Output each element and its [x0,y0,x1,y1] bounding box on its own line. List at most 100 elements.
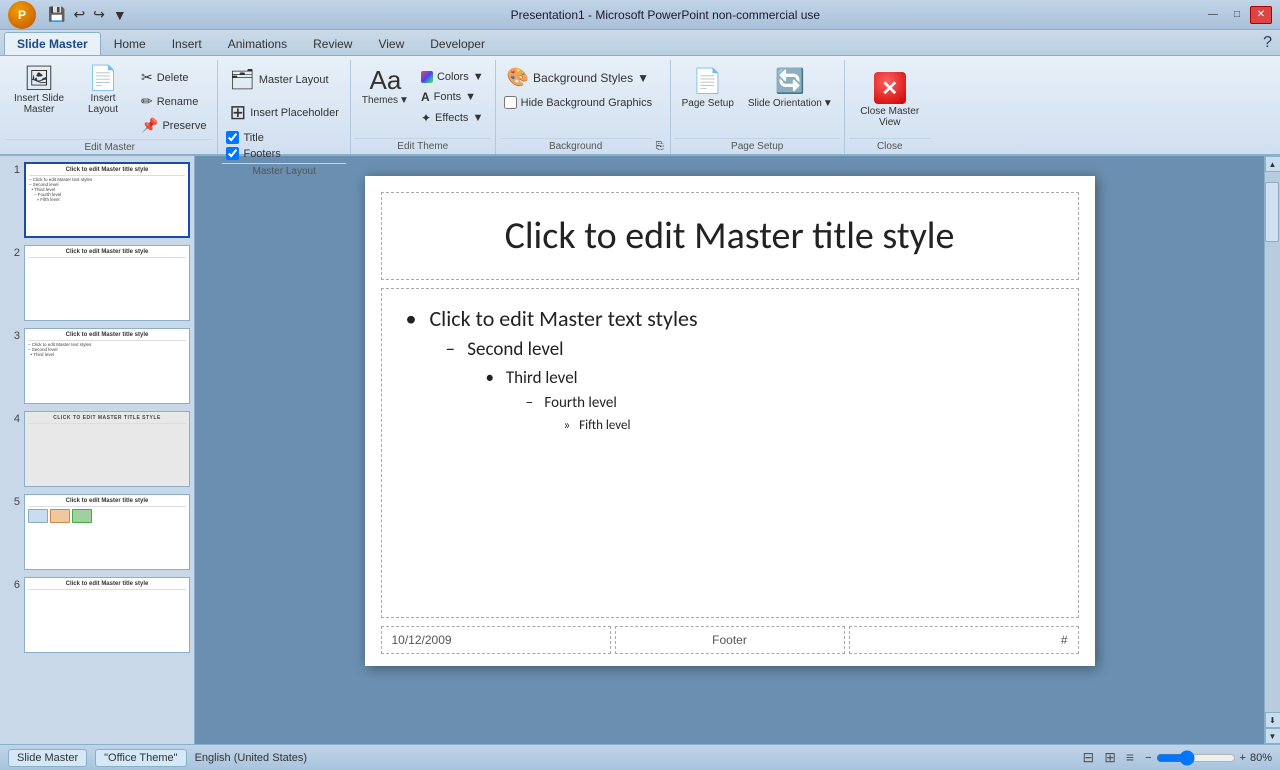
footer-center[interactable]: Footer [615,626,845,654]
slide-sorter-button[interactable]: ⊞ [1101,748,1119,767]
zoom-slider[interactable] [1156,750,1236,766]
bullet4-icon: – [526,394,533,412]
statusbar-right: ⊟ ⊞ ≡ − + 80% [1079,748,1272,767]
colors-icon [421,71,433,83]
slide-title-text: Click to edit Master title style [505,213,955,259]
close-group-label: Close [849,138,931,154]
bullet3-icon: • [486,367,494,388]
slide-thumb-3[interactable]: 3 Click to edit Master title style – Cli… [4,328,190,404]
background-expand-icon[interactable]: ⎘ [656,141,664,152]
view-buttons: ⊟ ⊞ ≡ [1079,748,1137,767]
delete-icon: ✂ [141,69,153,86]
tab-home[interactable]: Home [101,32,159,55]
tab-animations[interactable]: Animations [215,32,300,55]
effects-button[interactable]: ✦ Effects ▼ [416,108,489,128]
master-layout-button[interactable]: 🗂 Master Layout [224,64,343,95]
zoom-out-icon[interactable]: − [1145,752,1151,764]
redo-icon[interactable]: ↪ [91,4,107,25]
zoom-percent[interactable]: 80% [1250,752,1272,764]
scroll-up-arrow[interactable]: ▲ [1265,156,1280,172]
tab-view[interactable]: View [365,32,417,55]
insert-placeholder-button[interactable]: ⊞ Insert Placeholder [224,97,343,128]
slide-thumb-2[interactable]: 2 Click to edit Master title style [4,245,190,321]
background-styles-button[interactable]: 🎨 Background Styles ▼ [502,64,654,91]
content-level1: • Click to edit Master text styles [406,305,1054,332]
language-label: English (United States) [195,752,308,764]
slide-orientation-dropdown-icon: ▼ [823,98,833,109]
page-setup-icon: 📄 [693,67,723,96]
master-layout-group: 🗂 Master Layout ⊞ Insert Placeholder Tit… [218,60,350,154]
tab-developer[interactable]: Developer [417,32,498,55]
tab-review[interactable]: Review [300,32,365,55]
slide-thumb-6[interactable]: 6 Click to edit Master title style [4,577,190,653]
quick-access-toolbar: 💾 ↩ ↪ ▼ [46,4,129,25]
content-level5-text: Fifth level [579,418,630,433]
scroll-down-arrow[interactable]: ▼ [1265,728,1280,744]
themes-button[interactable]: Aa Themes ▼ [357,64,414,109]
colors-button[interactable]: Colors ▼ [416,68,489,86]
footer-page[interactable]: # [849,626,1079,654]
close-master-view-button[interactable]: ✕ Close Master View [851,64,929,136]
slide-title-area[interactable]: Click to edit Master title style [381,192,1079,280]
page-setup-button[interactable]: 📄 Page Setup [677,64,739,112]
slide-content-area[interactable]: • Click to edit Master text styles – Sec… [381,288,1079,618]
statusbar: Slide Master "Office Theme" English (Uni… [0,744,1280,770]
main-area: 1 Click to edit Master title style – Cli… [0,156,1280,744]
hide-bg-checkbox-row[interactable]: Hide Background Graphics [502,95,654,110]
content-level3: • Third level [406,367,1054,388]
slide-orientation-button[interactable]: 🔄 Slide Orientation ▼ [743,64,838,112]
rename-button[interactable]: ✏ Rename [136,90,211,113]
background-group: 🎨 Background Styles ▼ Hide Background Gr… [496,60,671,154]
vertical-scrollbar: ▲ ⬇ ▼ [1264,156,1280,744]
titlebar: P 💾 ↩ ↪ ▼ Presentation1 - Microsoft Powe… [0,0,1280,30]
theme-options: Colors ▼ A Fonts ▼ ✦ Effects ▼ [416,68,489,128]
maximize-button[interactable]: □ [1226,6,1248,24]
scroll-track[interactable] [1265,172,1280,712]
slide-master-tab[interactable]: Slide Master [8,749,87,767]
insert-slide-master-button[interactable]: 🖼 Insert Slide Master [8,64,70,118]
title-checkbox-row[interactable]: Title [224,130,343,145]
notes-view-button[interactable]: ≡ [1123,748,1137,767]
delete-button[interactable]: ✂ Delete [136,66,211,89]
bullet5-icon: » [564,418,571,433]
tab-insert[interactable]: Insert [159,32,215,55]
content-level3-text: Third level [506,367,578,388]
slide-orientation-icon: 🔄 [775,67,805,96]
preserve-button[interactable]: 📌 Preserve [136,114,211,137]
ribbon-help-icon[interactable]: ? [1263,34,1272,52]
insert-layout-button[interactable]: 📄 Insert Layout [72,64,134,118]
normal-view-button[interactable]: ⊟ [1079,748,1097,767]
window-title: Presentation1 - Microsoft PowerPoint non… [129,8,1202,22]
footer-date[interactable]: 10/12/2009 [381,626,611,654]
slide-thumb-5[interactable]: 5 Click to edit Master title style [4,494,190,570]
tab-slide-master[interactable]: Slide Master [4,32,101,55]
insert-placeholder-icon: ⊞ [229,100,246,125]
office-button[interactable]: P [8,1,36,29]
slide-thumb-1[interactable]: 1 Click to edit Master title style – Cli… [4,162,190,238]
zoom-in-icon[interactable]: + [1240,752,1246,764]
bullet2-icon: – [446,338,455,361]
office-theme-tab[interactable]: "Office Theme" [95,749,186,767]
page-setup-group: 📄 Page Setup 🔄 Slide Orientation ▼ Page … [671,60,845,154]
scroll-down-double[interactable]: ⬇ [1265,712,1280,728]
fonts-button[interactable]: A Fonts ▼ [416,87,489,107]
edit-master-group: 🖼 Insert Slide Master 📄 Insert Layout ✂ … [2,60,218,154]
scroll-thumb[interactable] [1265,182,1279,242]
save-icon[interactable]: 💾 [46,4,67,25]
colors-dropdown-icon: ▼ [473,71,484,83]
customize-icon[interactable]: ▼ [111,5,129,25]
ribbon: 🖼 Insert Slide Master 📄 Insert Layout ✂ … [0,56,1280,156]
statusbar-left: Slide Master "Office Theme" English (Uni… [8,749,307,767]
hide-bg-checkbox[interactable] [504,96,517,109]
window-controls: — □ ✕ [1202,6,1272,24]
slide-thumb-4[interactable]: 4 CLICK TO EDIT MASTER TITLE STYLE [4,411,190,487]
minimize-button[interactable]: — [1202,6,1224,24]
themes-dropdown-icon: ▼ [399,95,409,106]
preserve-icon: 📌 [141,117,158,134]
undo-icon[interactable]: ↩ [71,4,87,25]
edit-master-content: 🖼 Insert Slide Master 📄 Insert Layout ✂ … [6,62,213,139]
slide-orientation-label: Slide Orientation [748,98,822,109]
slide-canvas[interactable]: Click to edit Master title style • Click… [365,176,1095,666]
title-checkbox[interactable] [226,131,239,144]
close-button[interactable]: ✕ [1250,6,1272,24]
